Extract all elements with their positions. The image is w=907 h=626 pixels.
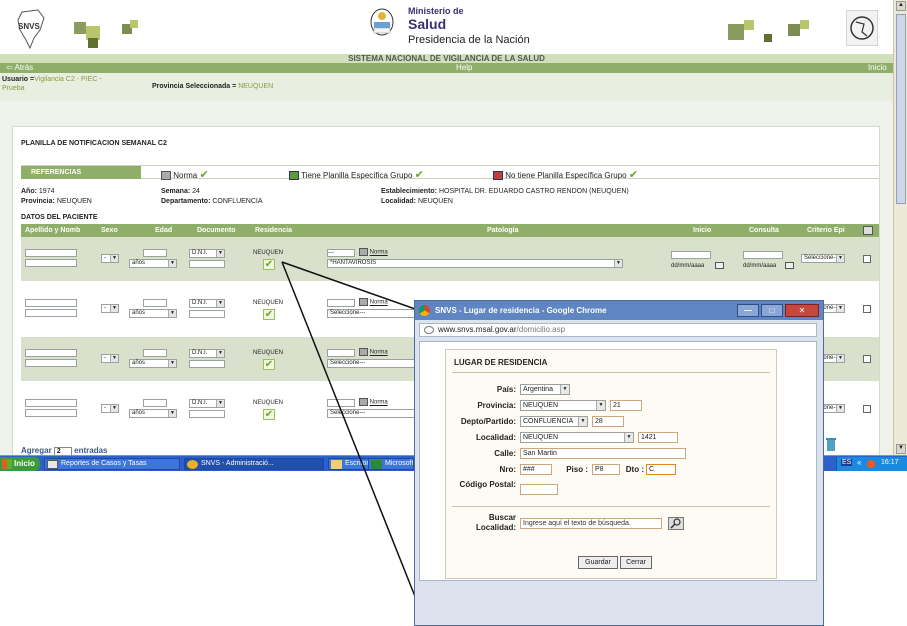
residence-popup-window: SNVS - Lugar de residencia - Google Chro… bbox=[414, 300, 824, 626]
cerrar-button[interactable]: Cerrar bbox=[620, 556, 652, 569]
codigo-postal-label: Código Postal: bbox=[459, 480, 516, 489]
nro-label: Nro: bbox=[499, 465, 516, 474]
localidad-select[interactable]: NEUQUEN ▼ bbox=[520, 432, 634, 443]
localidad-code[interactable]: 1421 bbox=[638, 432, 678, 443]
divider bbox=[452, 372, 770, 373]
depto-label: Depto/Partido: bbox=[460, 417, 516, 426]
codigo-postal-input[interactable] bbox=[520, 484, 558, 495]
dto-label: Dto : bbox=[625, 465, 644, 474]
page-icon bbox=[424, 326, 434, 334]
search-icon[interactable] bbox=[668, 517, 684, 530]
piso-label: Piso : bbox=[566, 465, 588, 474]
popup-titlebar[interactable]: SNVS - Lugar de residencia - Google Chro… bbox=[415, 301, 823, 320]
piso-input[interactable]: P8 bbox=[592, 464, 620, 475]
form-heading: LUGAR DE RESIDENCIA bbox=[454, 358, 548, 367]
guardar-button[interactable]: Guardar bbox=[578, 556, 618, 569]
depto-code[interactable]: 28 bbox=[592, 416, 624, 427]
divider bbox=[452, 506, 770, 507]
nro-input[interactable]: ### bbox=[520, 464, 552, 475]
dto-input[interactable]: C bbox=[646, 464, 676, 475]
buscar-input[interactable]: Ingrese aquí el texto de búsqueda. bbox=[520, 518, 662, 529]
minimize-button[interactable]: — bbox=[737, 304, 759, 317]
pais-label: País: bbox=[496, 385, 516, 394]
localidad-label: Localidad: bbox=[475, 433, 516, 442]
provincia-code[interactable]: 21 bbox=[610, 400, 642, 411]
chrome-icon bbox=[419, 305, 430, 316]
provincia-select[interactable]: NEUQUEN ▼ bbox=[520, 400, 606, 411]
popup-url-bar[interactable]: www.snvs.msal.gov.ar/domicilio.asp bbox=[419, 323, 817, 337]
pais-select[interactable]: Argentina ▼ bbox=[520, 384, 570, 395]
close-button[interactable]: ✕ bbox=[785, 304, 819, 317]
buscar-label: Buscar Localidad: bbox=[475, 513, 516, 532]
calle-label: Calle: bbox=[494, 449, 516, 458]
provincia-label: Provincia: bbox=[477, 401, 516, 410]
depto-select[interactable]: CONFLUENCIA ▼ bbox=[520, 416, 588, 427]
residence-form: LUGAR DE RESIDENCIA País: Argentina ▼ Pro… bbox=[445, 349, 777, 579]
maximize-button[interactable]: □ bbox=[761, 304, 783, 317]
calle-input[interactable]: San Martin bbox=[520, 448, 686, 459]
